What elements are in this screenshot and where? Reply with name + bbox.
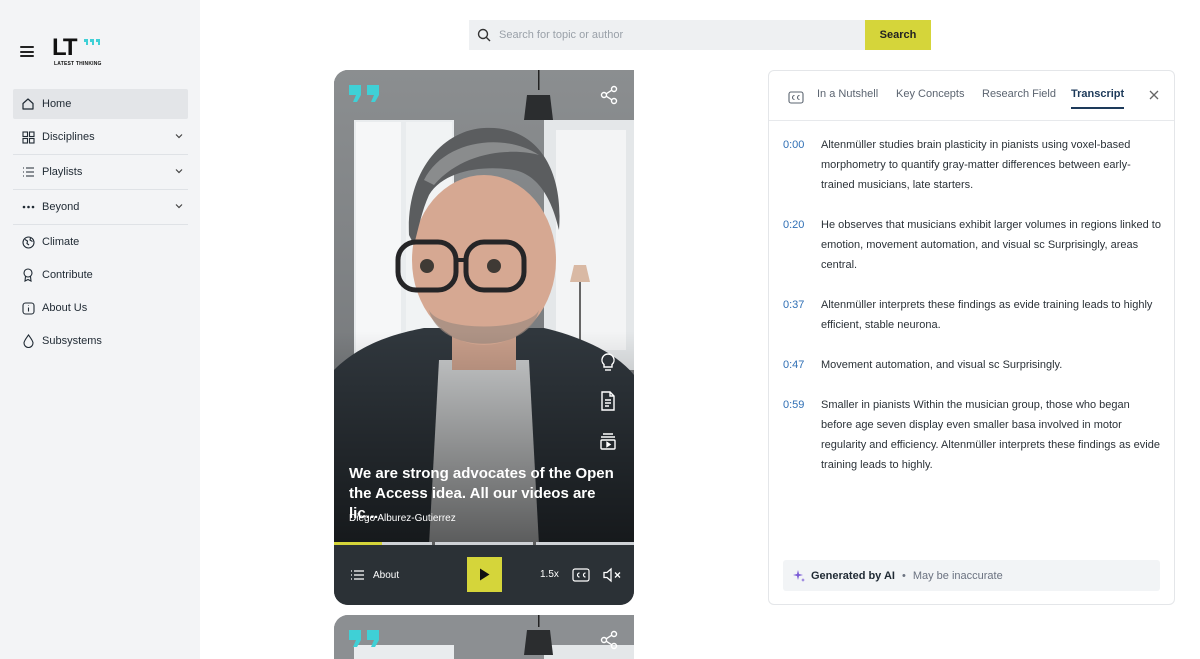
video-frame xyxy=(334,70,634,605)
play-icon xyxy=(480,568,490,581)
transcript-text: Movement automation, and visual sc Surpr… xyxy=(821,359,1063,371)
logo-subtitle: LATEST THINKING xyxy=(54,61,102,67)
closed-captions-icon[interactable] xyxy=(572,568,590,582)
sidebar-item-label: About Us xyxy=(42,302,88,314)
playback-speed[interactable]: 1.5x xyxy=(540,569,559,580)
tab-research-field[interactable]: Research Field xyxy=(982,88,1056,100)
globe-icon xyxy=(21,235,35,249)
sidebar-nav: Home Disciplines Playlists Beyond Climat… xyxy=(13,89,188,356)
video-author[interactable]: Diego Alburez-Gutierrez xyxy=(349,513,456,524)
more-icon xyxy=(21,200,35,214)
share-icon[interactable] xyxy=(599,85,619,105)
transcript-item: 0:59 Smaller in pianists Within the musi… xyxy=(783,395,1163,475)
play-button[interactable] xyxy=(467,557,502,592)
search-input[interactable] xyxy=(499,29,839,41)
divider xyxy=(13,154,188,155)
document-icon[interactable] xyxy=(599,391,617,411)
next-video-card[interactable] xyxy=(334,615,634,659)
sidebar-item-home[interactable]: Home xyxy=(13,89,188,119)
playlist-icon[interactable] xyxy=(599,432,617,450)
video-player[interactable]: We are strong advocates of the Open the … xyxy=(334,70,634,605)
transcript-text: Altenmüller studies brain plasticity in … xyxy=(821,139,1131,191)
info-icon xyxy=(21,301,35,315)
chevron-down-icon[interactable] xyxy=(175,203,183,209)
home-icon xyxy=(21,97,35,111)
lightbulb-icon[interactable] xyxy=(599,352,617,372)
sidebar-item-disciplines[interactable]: Disciplines xyxy=(13,122,188,152)
search-button[interactable]: Search xyxy=(865,20,931,50)
logo[interactable]: LT LATEST THINKING xyxy=(52,36,112,70)
transcript-timestamp[interactable]: 0:59 xyxy=(783,395,817,415)
chevron-down-icon[interactable] xyxy=(175,133,183,139)
sidebar-item-contribute[interactable]: Contribute xyxy=(13,260,188,290)
sidebar-item-climate[interactable]: Climate xyxy=(13,227,188,257)
transcript-timestamp[interactable]: 0:20 xyxy=(783,215,817,235)
sidebar-item-label: Playlists xyxy=(42,166,83,178)
logo-quote-icon xyxy=(84,39,100,45)
quote-logo-icon xyxy=(349,85,379,102)
sidebar-item-playlists[interactable]: Playlists xyxy=(13,157,188,187)
tab-transcript[interactable]: Transcript xyxy=(1071,88,1125,109)
ai-disclaimer: Generated by AI • May be inaccurate xyxy=(783,560,1160,591)
sidebar-item-label: Contribute xyxy=(42,269,93,281)
closed-captions-icon[interactable] xyxy=(788,91,804,104)
list-icon xyxy=(351,570,364,580)
sidebar-item-beyond[interactable]: Beyond xyxy=(13,192,188,222)
search-icon xyxy=(477,28,491,42)
divider xyxy=(13,189,188,190)
close-icon[interactable] xyxy=(1148,89,1160,101)
grid-icon xyxy=(21,130,35,144)
info-panel: In a Nutshell Key Concepts Research Fiel… xyxy=(768,70,1175,605)
transcript-item: 0:37 Altenmüller interprets these findin… xyxy=(783,295,1163,335)
tab-in-a-nutshell[interactable]: In a Nutshell xyxy=(817,88,878,100)
transcript-text: He observes that musicians exhibit large… xyxy=(821,219,1161,271)
transcript-timestamp[interactable]: 0:37 xyxy=(783,295,817,315)
about-button[interactable]: About xyxy=(350,569,399,581)
transcript-item: 0:20 He observes that musicians exhibit … xyxy=(783,215,1163,275)
transcript-item: 0:00 Altenmüller studies brain plasticit… xyxy=(783,135,1163,195)
separator-dot: • xyxy=(901,569,906,582)
mute-icon[interactable] xyxy=(602,567,622,583)
sidebar-item-label: Home xyxy=(42,98,72,110)
transcript-item: 0:47 Movement automation, and visual sc … xyxy=(783,355,1163,375)
sidebar-item-label: Disciplines xyxy=(42,131,95,143)
sidebar-item-label: Climate xyxy=(42,236,80,248)
list-icon xyxy=(21,165,35,179)
panel-tabs: In a Nutshell Key Concepts Research Fiel… xyxy=(769,71,1174,121)
next-video-frame xyxy=(334,615,634,659)
award-icon xyxy=(21,268,35,282)
about-label: About xyxy=(373,569,400,581)
sidebar-item-subsystems[interactable]: Subsystems xyxy=(13,326,188,356)
transcript-text: Altenmüller interprets these findings as… xyxy=(821,299,1153,331)
transcript-list: 0:00 Altenmüller studies brain plasticit… xyxy=(783,135,1163,495)
chevron-down-icon[interactable] xyxy=(175,168,183,174)
video-controls: About 1.5x xyxy=(334,545,634,605)
transcript-text: Smaller in pianists Within the musician … xyxy=(821,399,1160,471)
logo-mark: LT xyxy=(52,34,78,61)
transcript-timestamp[interactable]: 0:00 xyxy=(783,135,817,155)
drop-icon xyxy=(21,334,35,348)
menu-icon[interactable] xyxy=(20,46,34,57)
search-bar xyxy=(469,20,866,50)
sparkle-icon xyxy=(793,569,805,582)
sidebar-item-label: Beyond xyxy=(42,201,80,213)
sidebar-item-label: Subsystems xyxy=(42,335,102,347)
divider xyxy=(13,224,188,225)
tab-key-concepts[interactable]: Key Concepts xyxy=(896,88,964,100)
transcript-timestamp[interactable]: 0:47 xyxy=(783,355,817,375)
ai-accuracy-note: May be inaccurate xyxy=(912,569,1003,582)
sidebar: LT LATEST THINKING Home Disciplines Play… xyxy=(0,0,200,659)
ai-generated-label: Generated by AI xyxy=(811,569,895,582)
sidebar-item-about-us[interactable]: About Us xyxy=(13,293,188,323)
